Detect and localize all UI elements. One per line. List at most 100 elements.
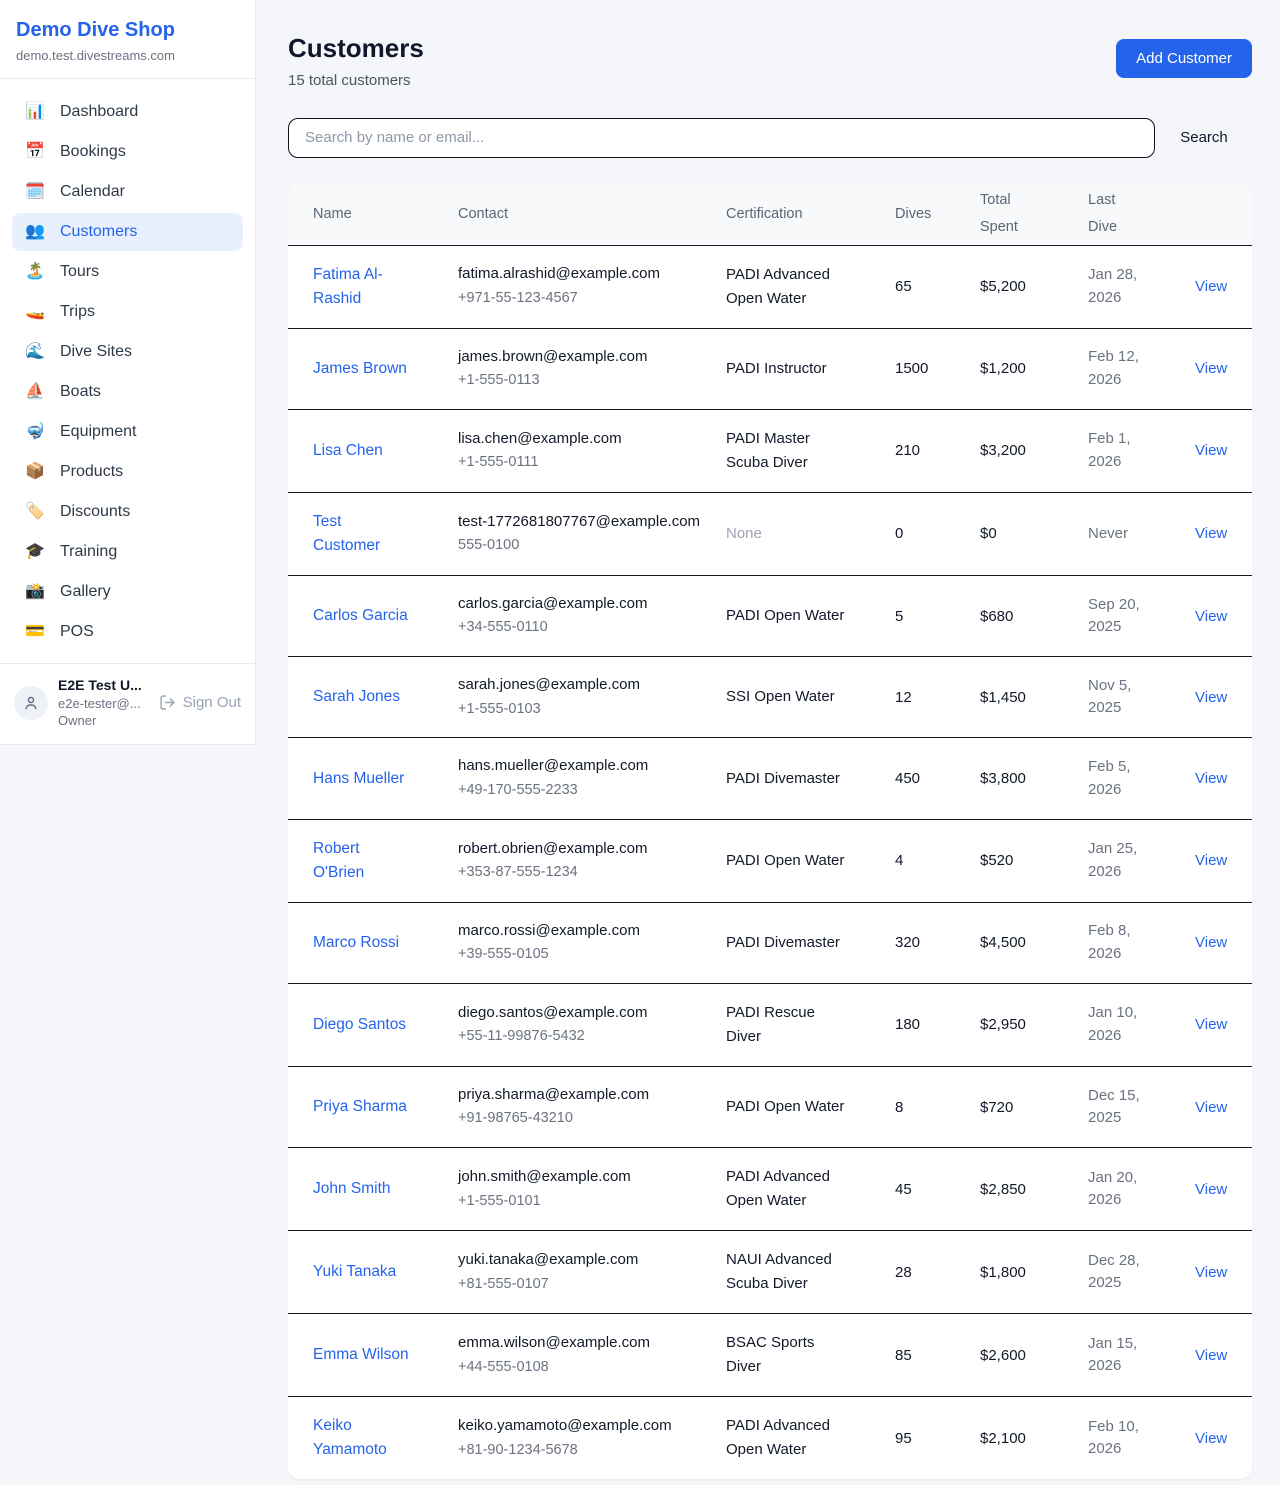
total-spent-cell: $0 — [980, 525, 1088, 542]
view-link[interactable]: View — [1195, 1430, 1227, 1447]
user-avatar — [14, 686, 48, 720]
sidebar-item-discounts[interactable]: 🏷️ Discounts — [12, 493, 243, 531]
customer-name-link[interactable]: Sarah Jones — [313, 685, 409, 709]
contact-cell: sarah.jones@example.com +1-555-0103 — [458, 674, 726, 720]
customer-name-link[interactable]: John Smith — [313, 1177, 409, 1201]
sidebar-item-products[interactable]: 📦 Products — [12, 453, 243, 491]
sidebar-item-customers[interactable]: 👥 Customers — [12, 213, 243, 251]
view-link[interactable]: View — [1195, 1264, 1227, 1281]
table-row: Hans Mueller hans.mueller@example.com +4… — [288, 737, 1252, 818]
total-spent-cell: $2,850 — [980, 1181, 1088, 1198]
view-link[interactable]: View — [1195, 689, 1227, 706]
customer-phone: +353-87-555-1234 — [458, 862, 706, 884]
view-link[interactable]: View — [1195, 608, 1227, 625]
customer-name-link[interactable]: James Brown — [313, 357, 409, 381]
customer-name-link[interactable]: Marco Rossi — [313, 931, 409, 955]
customer-email: james.brown@example.com — [458, 346, 706, 369]
contact-cell: priya.sharma@example.com +91-98765-43210 — [458, 1084, 726, 1130]
sidebar-item-pos[interactable]: 💳 POS — [12, 613, 243, 651]
customer-name-link[interactable]: Carlos Garcia — [313, 604, 409, 628]
sidebar-item-bookings[interactable]: 📅 Bookings — [12, 133, 243, 171]
sidebar-item-calendar[interactable]: 🗓️ Calendar — [12, 173, 243, 211]
add-customer-button[interactable]: Add Customer — [1116, 39, 1252, 78]
last-dive-cell: Jan 10, 2026 — [1088, 1002, 1150, 1047]
view-link[interactable]: View — [1195, 852, 1227, 869]
customer-name-link[interactable]: Emma Wilson — [313, 1343, 409, 1367]
sidebar-item-equipment[interactable]: 🤿 Equipment — [12, 413, 243, 451]
sidebar-item-trips[interactable]: 🚤 Trips — [12, 293, 243, 331]
sidebar-item-gallery[interactable]: 📸 Gallery — [12, 573, 243, 611]
certification-cell: PADI Open Water — [726, 1095, 852, 1119]
shop-domain: demo.test.divestreams.com — [16, 48, 239, 63]
last-dive-cell: Sep 20, 2025 — [1088, 594, 1150, 639]
dives-cell: 12 — [895, 689, 980, 706]
search-input[interactable] — [288, 118, 1155, 158]
column-header-certification: Certification — [726, 206, 895, 222]
dive-sites-icon: 🌊 — [24, 344, 46, 360]
search-button[interactable]: Search — [1155, 129, 1252, 146]
view-link[interactable]: View — [1195, 442, 1227, 459]
sidebar-item-label: Products — [60, 463, 123, 481]
customer-name-link[interactable]: Keiko Yamamoto — [313, 1414, 409, 1462]
view-link[interactable]: View — [1195, 525, 1227, 542]
customer-name-link[interactable]: Test Customer — [313, 510, 409, 558]
trips-icon: 🚤 — [24, 304, 46, 320]
customer-phone: +55-11-99876-5432 — [458, 1026, 706, 1048]
certification-cell: BSAC Sports Diver — [726, 1331, 852, 1379]
products-icon: 📦 — [24, 464, 46, 480]
total-spent-cell: $3,200 — [980, 442, 1088, 459]
view-link[interactable]: View — [1195, 360, 1227, 377]
customer-name-link[interactable]: Fatima Al-Rashid — [313, 263, 409, 311]
customer-email: robert.obrien@example.com — [458, 838, 706, 861]
sidebar-item-dive-sites[interactable]: 🌊 Dive Sites — [12, 333, 243, 371]
customer-name-link[interactable]: Hans Mueller — [313, 767, 409, 791]
dives-cell: 28 — [895, 1264, 980, 1281]
sidebar-item-boats[interactable]: ⛵ Boats — [12, 373, 243, 411]
view-link[interactable]: View — [1195, 770, 1227, 787]
sidebar-item-label: Discounts — [60, 503, 130, 521]
total-spent-cell: $1,800 — [980, 1264, 1088, 1281]
sidebar: Demo Dive Shop demo.test.divestreams.com… — [0, 0, 256, 745]
sidebar-item-dashboard[interactable]: 📊 Dashboard — [12, 93, 243, 131]
total-spent-cell: $2,950 — [980, 1016, 1088, 1033]
shop-name: Demo Dive Shop — [16, 18, 239, 42]
dives-cell: 180 — [895, 1016, 980, 1033]
total-spent-cell: $1,450 — [980, 689, 1088, 706]
last-dive-cell: Nov 5, 2025 — [1088, 675, 1150, 720]
sign-out-button[interactable]: Sign Out — [159, 694, 241, 711]
customer-phone: +971-55-123-4567 — [458, 288, 706, 310]
view-link[interactable]: View — [1195, 1099, 1227, 1116]
customer-name-link[interactable]: Priya Sharma — [313, 1095, 409, 1119]
contact-cell: john.smith@example.com +1-555-0101 — [458, 1166, 726, 1212]
equipment-icon: 🤿 — [24, 424, 46, 440]
customer-phone: +91-98765-43210 — [458, 1108, 706, 1130]
view-link[interactable]: View — [1195, 1347, 1227, 1364]
customer-name-link[interactable]: Robert O'Brien — [313, 837, 409, 885]
table-row: Keiko Yamamoto keiko.yamamoto@example.co… — [288, 1396, 1252, 1479]
total-spent-cell: $2,600 — [980, 1347, 1088, 1364]
customer-name-link[interactable]: Lisa Chen — [313, 439, 409, 463]
tours-icon: 🏝️ — [24, 264, 46, 280]
customer-email: sarah.jones@example.com — [458, 674, 706, 697]
sign-out-label: Sign Out — [183, 694, 241, 711]
training-icon: 🎓 — [24, 544, 46, 560]
view-link[interactable]: View — [1195, 1016, 1227, 1033]
customer-name-link[interactable]: Diego Santos — [313, 1013, 409, 1037]
contact-cell: emma.wilson@example.com +44-555-0108 — [458, 1332, 726, 1378]
sidebar-item-tours[interactable]: 🏝️ Tours — [12, 253, 243, 291]
sidebar-item-training[interactable]: 🎓 Training — [12, 533, 243, 571]
sidebar-item-label: Equipment — [60, 423, 137, 441]
table-row: Lisa Chen lisa.chen@example.com +1-555-0… — [288, 409, 1252, 492]
user-info: E2E Test U... e2e-tester@... Owner — [58, 676, 142, 730]
view-link[interactable]: View — [1195, 934, 1227, 951]
customer-phone: +81-90-1234-5678 — [458, 1440, 706, 1462]
contact-cell: test-1772681807767@example.com 555-0100 — [458, 511, 726, 557]
user-name: E2E Test U... — [58, 676, 142, 695]
certification-cell: PADI Advanced Open Water — [726, 263, 852, 311]
customer-email: hans.mueller@example.com — [458, 755, 706, 778]
contact-cell: hans.mueller@example.com +49-170-555-223… — [458, 755, 726, 801]
view-link[interactable]: View — [1195, 1181, 1227, 1198]
customer-name-link[interactable]: Yuki Tanaka — [313, 1260, 409, 1284]
view-link[interactable]: View — [1195, 278, 1227, 295]
sidebar-header: Demo Dive Shop demo.test.divestreams.com — [0, 0, 255, 79]
